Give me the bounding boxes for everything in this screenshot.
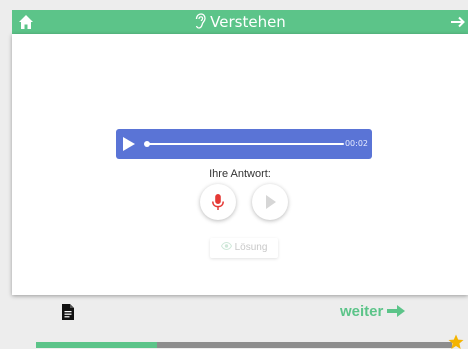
solution-button[interactable]: Lösung: [210, 238, 278, 258]
audio-progress-track[interactable]: [146, 143, 344, 145]
audio-progress-thumb[interactable]: [144, 141, 150, 147]
answer-label: Ihre Antwort:: [209, 168, 271, 180]
lesson-progress-bar: [36, 342, 452, 348]
play-icon[interactable]: [122, 136, 136, 152]
exercise-card: 00:02 Ihre Antwort: Lösung: [12, 34, 468, 295]
microphone-icon: [212, 194, 224, 210]
play-answer-button[interactable]: [252, 184, 288, 220]
lesson-progress-fill: [36, 342, 157, 348]
audio-player[interactable]: 00:02: [116, 129, 372, 159]
next-button-label: weiter: [340, 303, 384, 320]
document-icon[interactable]: [62, 304, 74, 320]
play-icon: [266, 195, 276, 209]
ear-icon: [196, 13, 206, 29]
page-title: Verstehen: [210, 13, 286, 31]
solution-label: Lösung: [234, 242, 268, 253]
screen: Verstehen 00:02 Ihre Antwort: Lösung wei…: [0, 0, 468, 349]
star-icon: [448, 334, 464, 349]
audio-time: 00:02: [344, 139, 368, 148]
eye-icon: [220, 242, 232, 250]
record-button[interactable]: [200, 184, 236, 220]
header-title-group: Verstehen: [12, 12, 468, 32]
next-button[interactable]: weiter: [340, 303, 406, 321]
arrow-right-icon: [387, 305, 406, 317]
arrow-right-icon[interactable]: [450, 14, 466, 30]
header-bar: Verstehen: [12, 10, 468, 34]
